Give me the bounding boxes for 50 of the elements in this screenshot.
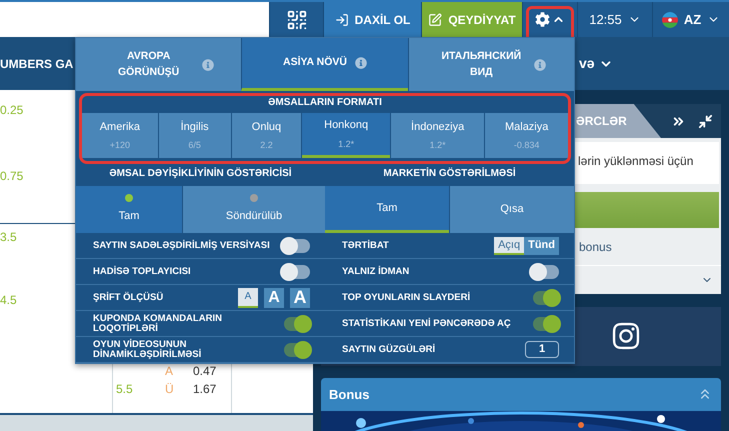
- widget-message: lərin yüklənməsi üçün: [578, 154, 694, 168]
- indicator-option[interactable]: Tam: [76, 186, 182, 233]
- market-option[interactable]: Tam: [325, 186, 449, 233]
- language-button[interactable]: AZ: [652, 2, 729, 37]
- nav-menu-item[interactable]: və: [579, 53, 729, 74]
- theme-option[interactable]: Açıq: [494, 236, 524, 254]
- setting-label: ŞRİFT ÖLÇÜSÜ: [93, 292, 164, 302]
- setting-label: OYUN VİDEOSUNUN DİNAMİKLƏŞDİRİLMƏSİ: [93, 340, 202, 360]
- nav-title[interactable]: UMBERS GA: [0, 54, 74, 72]
- table-cell-text: Ü: [165, 381, 175, 398]
- odds-format-option[interactable]: İndoneziya 1.2*: [390, 113, 484, 158]
- odds-format-option[interactable]: İngilis 6/5: [158, 113, 231, 158]
- register-button[interactable]: QEYDİYYAT: [421, 2, 522, 37]
- table-cell-text: 3.5: [0, 229, 17, 246]
- bonus-text: bonus: [579, 238, 612, 256]
- mirror-count-field[interactable]: 1: [525, 341, 559, 358]
- login-button[interactable]: DAXİL OL: [323, 2, 421, 37]
- table-cell-text: 0.75: [0, 168, 24, 185]
- setting-label: TƏRTİBAT: [342, 240, 389, 250]
- table-cell-text: 0.47: [193, 363, 216, 380]
- table-cell-text: A: [165, 363, 174, 380]
- setting-label: STATİSTİKANI YENİ PƏNCƏRƏDƏ AÇ: [342, 318, 511, 328]
- setting-label: TOP OYUNLARIN SLAYDERİ: [342, 292, 470, 302]
- view-tab[interactable]: ASİYA NÖVÜ: [241, 38, 408, 91]
- panel-title: Bonus: [329, 386, 370, 404]
- section-header: ƏMSAL DƏYİŞİKLİYİNİN GÖSTƏRİCİSİ: [108, 166, 293, 180]
- setting-label: SAYTIN GÜZGÜLƏRİ: [342, 344, 436, 354]
- theme-option[interactable]: Tünd: [524, 236, 559, 254]
- view-tab[interactable]: AVROPA GÖRÜNÜŞÜ: [76, 38, 242, 91]
- odds-format-option[interactable]: Onluq 2.2: [232, 113, 302, 158]
- setting-label: YALNIZ İDMAN: [342, 266, 410, 276]
- odds-format-option[interactable]: Honkonq 1.2*: [302, 113, 390, 158]
- table-cell-text: 0.25: [0, 102, 24, 119]
- odds-format-option[interactable]: Amerika +120: [82, 113, 158, 158]
- setting-label: KUPONDA KOMANDALARIN LOQOTİPLƏRİ: [93, 314, 223, 334]
- table-cell-text: 4.5: [0, 292, 17, 309]
- indicator-option[interactable]: Söndürülüb: [183, 186, 325, 233]
- view-tab[interactable]: ИТАЛЬЯНСКИЙ ВИД: [408, 38, 574, 91]
- font-size-button[interactable]: A: [238, 288, 258, 308]
- odds-format-option[interactable]: Malaziya -0.834: [485, 113, 568, 158]
- font-size-button[interactable]: A: [264, 288, 284, 308]
- table-cell-text: 5.5: [115, 381, 134, 398]
- section-header: MARKETİN GÖSTƏRİLMƏSİ: [382, 166, 517, 180]
- table-cell-text: 1.67: [193, 381, 216, 398]
- setting-label: SAYTIN SADƏLƏŞDİRİLMİŞ VERSİYASI: [93, 240, 270, 250]
- section-header: ƏMSALLARIN FORMATI: [267, 96, 383, 110]
- time-button[interactable]: 12:55: [577, 2, 652, 37]
- setting-label: HADİSƏ TOPLAYICISI: [93, 266, 191, 276]
- font-size-button[interactable]: A: [290, 288, 310, 308]
- market-option[interactable]: Qısa: [450, 186, 574, 233]
